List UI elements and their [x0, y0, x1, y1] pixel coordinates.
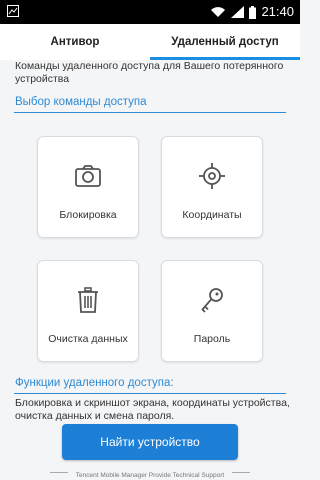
find-device-button[interactable]: Найти устройство: [62, 424, 238, 460]
trash-icon: [78, 287, 98, 313]
intro-text: Команды удаленного доступа для Вашего по…: [15, 60, 284, 85]
key-icon: [201, 288, 223, 313]
card-label: Координаты: [182, 209, 242, 221]
card-label: Пароль: [193, 333, 231, 345]
password-command-card[interactable]: Пароль: [161, 260, 263, 362]
tab-bar: Антивор Удаленный доступ: [0, 24, 300, 60]
wifi-icon: [211, 7, 225, 17]
notification-icon: [7, 5, 19, 17]
card-label: Очистка данных: [48, 333, 128, 345]
crosshair-icon: [199, 163, 225, 189]
status-time: 21:40: [261, 4, 294, 19]
camera-icon: [75, 165, 101, 187]
tab-antitheft[interactable]: Антивор: [0, 24, 150, 60]
section-divider: [14, 393, 286, 394]
status-icons: [210, 5, 256, 19]
footer-text: Tencent Mobile Manager Provide Technical…: [75, 472, 225, 479]
wipe-data-command-card[interactable]: Очистка данных: [37, 260, 139, 362]
tab-remote-access[interactable]: Удаленный доступ: [150, 24, 300, 60]
functions-section-title: Функции удаленного доступа:: [15, 377, 174, 389]
footer-divider-right: [232, 472, 250, 473]
footer: Tencent Mobile Manager Provide Technical…: [0, 464, 300, 480]
section-divider: [14, 112, 286, 113]
commands-section-title: Выбор команды доступа: [15, 96, 147, 108]
status-bar: 21:40: [0, 0, 300, 24]
footer-divider-left: [50, 472, 68, 473]
functions-description: Блокировка и скриншот экрана, координаты…: [15, 397, 290, 422]
main-content: Команды удаленного доступа для Вашего по…: [0, 60, 300, 464]
lock-command-card[interactable]: Блокировка: [37, 136, 139, 238]
card-label: Блокировка: [59, 209, 117, 221]
battery-icon: [249, 5, 256, 19]
signal-icon: [231, 6, 244, 18]
coordinates-command-card[interactable]: Координаты: [161, 136, 263, 238]
